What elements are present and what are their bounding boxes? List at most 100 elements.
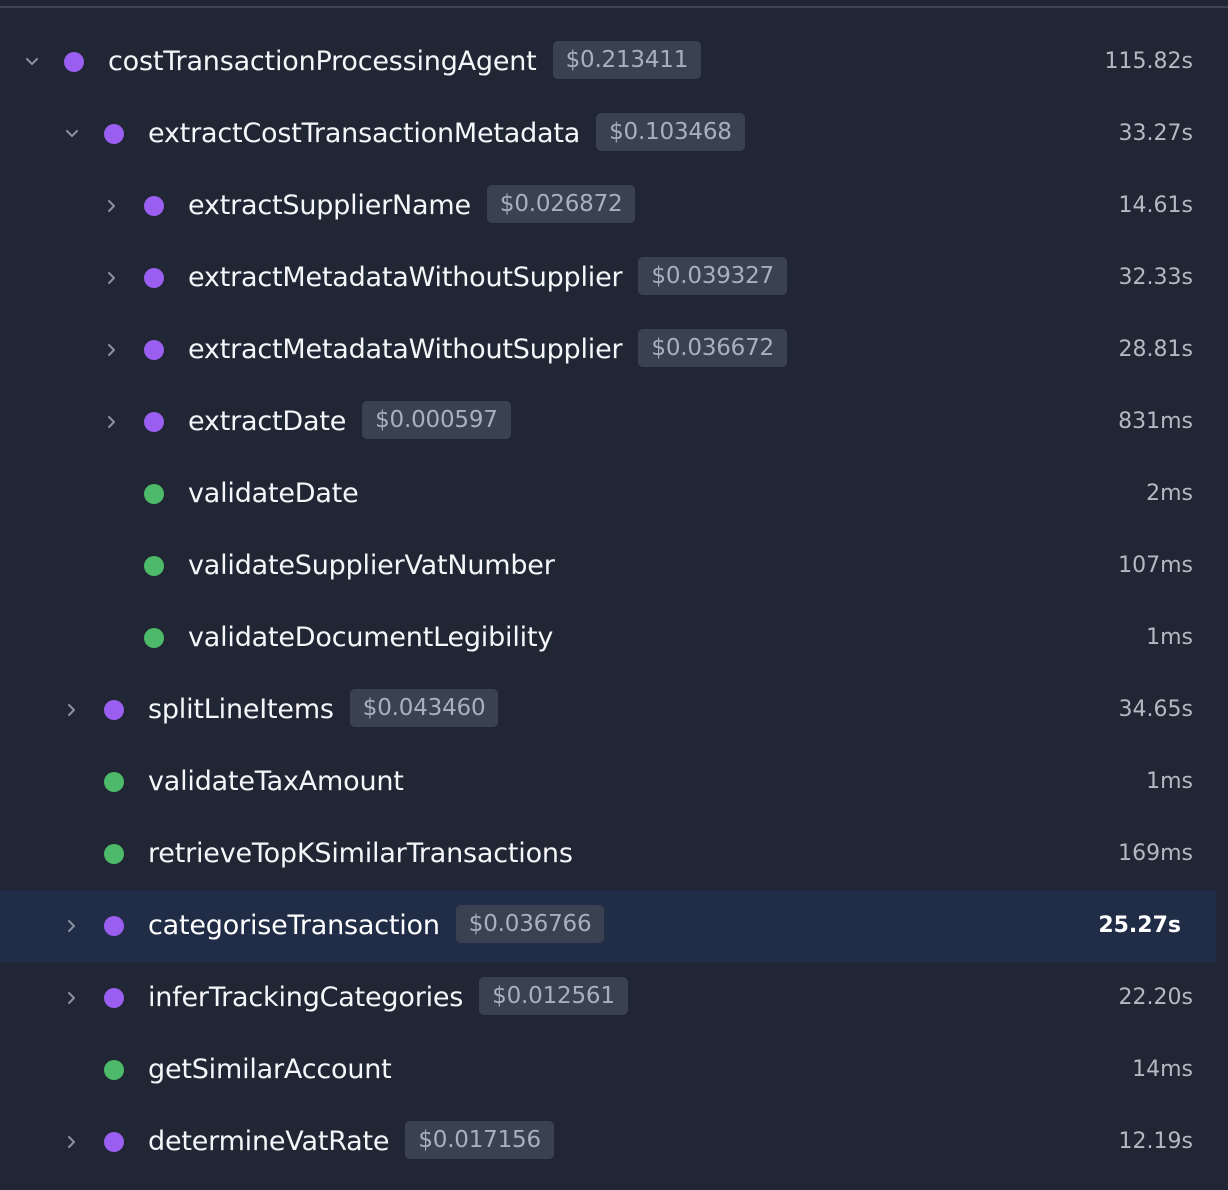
span-name-label: splitLineItems — [148, 694, 334, 725]
span-status-dot-icon — [104, 772, 124, 792]
span-status-dot-icon — [144, 412, 164, 432]
span-tree: costTransactionProcessingAgent $0.213411 1… — [0, 26, 1228, 1178]
chevron-down-icon[interactable] — [60, 122, 84, 146]
cost-badge: $0.103468 — [596, 112, 745, 151]
span-duration: 22.20s — [1118, 985, 1193, 1010]
span-name-label: retrieveTopKSimilarTransactions — [148, 838, 573, 869]
span-name: extractSupplierName $0.026872 — [188, 184, 636, 226]
span-name: extractMetadataWithoutSupplier $0.039327 — [188, 256, 787, 298]
span-status-dot-icon — [104, 844, 124, 864]
span-row[interactable]: extractMetadataWithoutSupplier $0.039327 3… — [0, 242, 1228, 314]
span-name-label: determineVatRate — [148, 1126, 390, 1157]
span-name-label: validateSupplierVatNumber — [188, 550, 555, 581]
span-status-dot-icon — [104, 988, 124, 1008]
span-row[interactable]: validateDate 2ms — [0, 458, 1228, 530]
span-duration: 33.27s — [1118, 121, 1193, 146]
span-duration: 14ms — [1132, 1057, 1193, 1082]
span-duration: 831ms — [1118, 409, 1193, 434]
span-name: validateDate — [188, 474, 359, 514]
span-name-label: extractMetadataWithoutSupplier — [188, 334, 623, 365]
span-status-dot-icon — [104, 1060, 124, 1080]
span-name-label: validateTaxAmount — [148, 766, 404, 797]
span-name: splitLineItems $0.043460 — [148, 688, 499, 730]
chevron-right-icon[interactable] — [60, 698, 84, 722]
span-duration: 2ms — [1146, 481, 1193, 506]
chevron-down-icon[interactable] — [20, 50, 44, 74]
span-name: validateTaxAmount — [148, 762, 404, 802]
span-duration: 28.81s — [1118, 337, 1193, 362]
span-name-label: costTransactionProcessingAgent — [108, 46, 537, 77]
span-duration: 1ms — [1146, 769, 1193, 794]
span-row[interactable]: retrieveTopKSimilarTransactions 169ms — [0, 818, 1228, 890]
span-name: costTransactionProcessingAgent $0.213411 — [108, 40, 702, 82]
span-row[interactable]: extractDate $0.000597 831ms — [0, 386, 1228, 458]
span-row[interactable]: extractSupplierName $0.026872 14.61s — [0, 170, 1228, 242]
span-name: validateDocumentLegibility — [188, 618, 553, 658]
span-name: extractMetadataWithoutSupplier $0.036672 — [188, 328, 787, 370]
span-status-dot-icon — [144, 484, 164, 504]
panel-top-border — [0, 6, 1228, 8]
span-duration: 115.82s — [1104, 49, 1193, 74]
span-row[interactable]: costTransactionProcessingAgent $0.213411 1… — [0, 26, 1228, 98]
span-name: validateSupplierVatNumber — [188, 546, 555, 586]
span-name-label: validateDocumentLegibility — [188, 622, 554, 653]
span-name-label: validateDate — [188, 478, 359, 509]
span-status-dot-icon — [104, 916, 124, 936]
chevron-right-icon[interactable] — [100, 410, 124, 434]
cost-badge: $0.036766 — [455, 904, 605, 943]
span-status-dot-icon — [104, 124, 124, 144]
span-duration: 12.19s — [1118, 1129, 1193, 1154]
span-name-label: getSimilarAccount — [148, 1054, 392, 1085]
chevron-right-icon[interactable] — [60, 1130, 84, 1154]
span-duration: 32.33s — [1118, 265, 1193, 290]
cost-badge: $0.017156 — [405, 1120, 554, 1159]
span-status-dot-icon — [104, 1132, 124, 1152]
cost-badge: $0.039327 — [638, 256, 787, 295]
span-name: categoriseTransaction $0.036766 — [148, 904, 605, 946]
span-status-dot-icon — [144, 556, 164, 576]
span-status-dot-icon — [104, 700, 124, 720]
span-row[interactable]: validateTaxAmount 1ms — [0, 746, 1228, 818]
chevron-right-icon[interactable] — [100, 338, 124, 362]
span-row[interactable]: extractCostTransactionMetadata $0.103468 3… — [0, 98, 1228, 170]
chevron-right-icon[interactable] — [100, 266, 124, 290]
span-name-label: extractSupplierName — [188, 190, 471, 221]
span-duration: 1ms — [1146, 625, 1193, 650]
span-status-dot-icon — [144, 340, 164, 360]
span-row[interactable]: getSimilarAccount 14ms — [0, 1034, 1228, 1106]
span-duration: 107ms — [1118, 553, 1193, 578]
chevron-right-icon[interactable] — [60, 914, 84, 938]
cost-badge: $0.036672 — [638, 328, 787, 367]
span-row[interactable]: splitLineItems $0.043460 34.65s — [0, 674, 1228, 746]
span-row[interactable]: categoriseTransaction $0.036766 25.27s — [0, 890, 1216, 962]
span-row[interactable]: validateDocumentLegibility 1ms — [0, 602, 1228, 674]
span-status-dot-icon — [144, 268, 164, 288]
span-name-label: extractMetadataWithoutSupplier — [188, 262, 623, 293]
span-name: extractDate $0.000597 — [188, 400, 511, 442]
cost-badge: $0.043460 — [349, 688, 499, 727]
span-row[interactable]: validateSupplierVatNumber 107ms — [0, 530, 1228, 602]
span-name: inferTrackingCategories $0.012561 — [148, 976, 628, 1018]
span-status-dot-icon — [144, 628, 164, 648]
span-status-dot-icon — [64, 52, 84, 72]
span-duration: 34.65s — [1118, 697, 1193, 722]
span-row[interactable]: extractMetadataWithoutSupplier $0.036672 2… — [0, 314, 1228, 386]
cost-badge: $0.213411 — [552, 40, 702, 79]
span-name-label: extractCostTransactionMetadata — [148, 118, 581, 149]
span-name: getSimilarAccount — [148, 1050, 392, 1090]
chevron-right-icon[interactable] — [100, 194, 124, 218]
span-status-dot-icon — [144, 196, 164, 216]
span-row[interactable]: determineVatRate $0.017156 12.19s — [0, 1106, 1228, 1178]
cost-badge: $0.026872 — [486, 184, 636, 223]
span-name-label: extractDate — [188, 406, 347, 437]
span-name: determineVatRate $0.017156 — [148, 1120, 554, 1162]
cost-badge: $0.000597 — [362, 400, 511, 439]
chevron-right-icon[interactable] — [60, 986, 84, 1010]
span-row[interactable]: inferTrackingCategories $0.012561 22.20s — [0, 962, 1228, 1034]
span-duration: 169ms — [1118, 841, 1193, 866]
cost-badge: $0.012561 — [479, 976, 628, 1015]
span-duration: 14.61s — [1118, 193, 1193, 218]
span-name-label: categoriseTransaction — [148, 910, 440, 941]
span-name: extractCostTransactionMetadata $0.103468 — [148, 112, 745, 154]
span-name-label: inferTrackingCategories — [148, 982, 464, 1013]
